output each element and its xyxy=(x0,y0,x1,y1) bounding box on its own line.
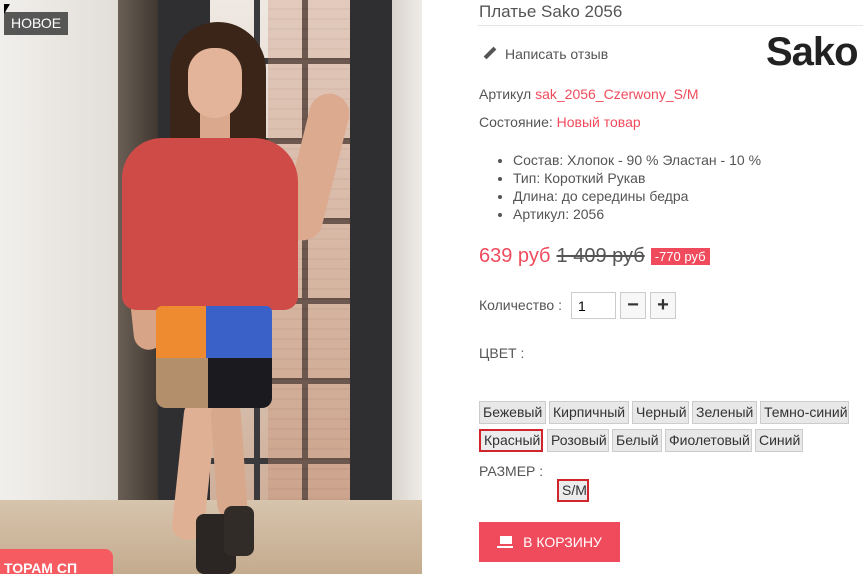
color-option-green[interactable]: Зеленый xyxy=(692,401,757,424)
photo-wall-right xyxy=(392,0,422,574)
color-label: ЦВЕТ : xyxy=(479,345,525,361)
price-old: 1 409 руб xyxy=(556,245,645,267)
feature-item: Тип: Короткий Рукав xyxy=(513,169,761,187)
color-option-pink[interactable]: Розовый xyxy=(547,429,609,452)
feature-item: Артикул: 2056 xyxy=(513,205,761,223)
feature-item: Состав: Хлопок - 90 % Эластан - 10 % xyxy=(513,151,761,169)
skirt-panel-black xyxy=(208,358,272,408)
size-option-s-m[interactable]: S/M xyxy=(557,479,589,502)
discount-badge: -770 руб xyxy=(650,248,710,265)
skirt-panel-beige xyxy=(156,358,208,408)
feature-list: Состав: Хлопок - 90 % Эластан - 10 % Тип… xyxy=(497,151,761,223)
sku-value: sak_2056_Czerwony_S/M xyxy=(535,86,699,102)
title-divider xyxy=(478,25,863,26)
new-badge: НОВОЕ xyxy=(4,12,69,35)
sku-label: Артикул xyxy=(479,86,532,102)
feature-item: Длина: до середины бедра xyxy=(513,187,761,205)
color-option-blue[interactable]: Синий xyxy=(755,429,803,452)
color-option-white[interactable]: Белый xyxy=(612,429,662,452)
skirt-panel-orange xyxy=(156,306,206,358)
model-face xyxy=(188,48,242,118)
add-to-cart-button[interactable]: В КОРЗИНУ xyxy=(479,522,620,562)
model-top-red xyxy=(122,138,298,310)
model-skirt xyxy=(156,306,272,408)
condition-row: Состояние: Новый товар xyxy=(479,114,641,130)
skirt-panel-blue xyxy=(206,306,272,358)
price-block: 639 руб 1 409 руб -770 руб xyxy=(479,245,710,268)
color-option-dark-blue[interactable]: Темно-синий xyxy=(760,401,849,424)
color-option-purple[interactable]: Фиолетовый xyxy=(665,429,752,452)
product-photo[interactable]: НОВОЕ ТОРАМ СП xyxy=(0,0,422,574)
quantity-label: Количество : xyxy=(479,297,562,313)
pencil-icon xyxy=(483,47,497,61)
quantity-input[interactable] xyxy=(571,292,616,319)
model-boot xyxy=(224,506,254,556)
color-option-black[interactable]: Черный xyxy=(632,401,689,424)
write-review-link[interactable]: Написать отзыв xyxy=(483,46,608,62)
product-title: Платье Sako 2056 xyxy=(479,2,623,21)
quantity-decrease-button[interactable]: − xyxy=(620,292,646,319)
mouse-cursor-icon xyxy=(4,4,10,14)
photo-wall xyxy=(0,0,118,574)
color-option-beige[interactable]: Бежевый xyxy=(479,401,546,424)
color-option-red[interactable]: Красный xyxy=(479,429,543,452)
condition-label: Состояние: xyxy=(479,114,553,130)
brand-logo[interactable]: Sako xyxy=(766,30,859,74)
sku-row: Артикул sak_2056_Czerwony_S/M xyxy=(479,86,699,102)
price-current: 639 руб xyxy=(479,245,551,267)
color-option-brick[interactable]: Кирпичный xyxy=(549,401,629,424)
promo-tab[interactable]: ТОРАМ СП xyxy=(0,549,113,574)
add-to-cart-label: В КОРЗИНУ xyxy=(523,534,602,550)
quantity-increase-button[interactable]: + xyxy=(650,292,676,319)
write-review-label: Написать отзыв xyxy=(505,46,609,62)
condition-value: Новый товар xyxy=(556,114,641,130)
size-label: РАЗМЕР : xyxy=(479,463,544,479)
cart-icon xyxy=(497,536,514,548)
